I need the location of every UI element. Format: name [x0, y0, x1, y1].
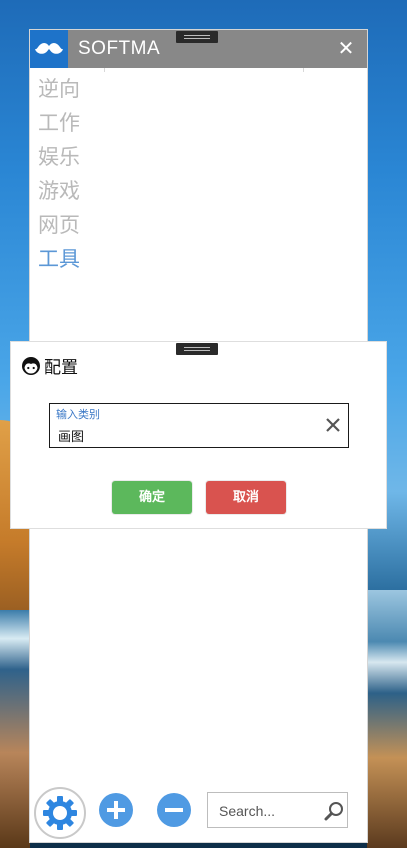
- settings-button[interactable]: [34, 787, 86, 839]
- dialog-title: 配置: [44, 358, 78, 378]
- cancel-button[interactable]: 取消: [206, 481, 286, 514]
- category-item[interactable]: 网页: [38, 208, 80, 242]
- title-bar[interactable]: SOFTMA ✕: [30, 30, 367, 68]
- column-divider: [104, 68, 105, 72]
- dialog-drag-handle[interactable]: [176, 343, 218, 355]
- add-category-button[interactable]: [99, 793, 133, 827]
- wallpaper-sea-right: [367, 590, 407, 848]
- remove-category-button[interactable]: [157, 793, 191, 827]
- app-title: SOFTMA: [78, 38, 161, 59]
- field-value[interactable]: 画图: [58, 426, 84, 445]
- app-logo: [30, 30, 68, 68]
- search-box: [207, 792, 348, 829]
- clear-icon[interactable]: [324, 416, 342, 434]
- dialog-header: 配置: [21, 353, 78, 378]
- category-item-selected[interactable]: 工具: [38, 242, 80, 276]
- gear-icon: [43, 796, 77, 830]
- mustache-icon: [35, 42, 63, 54]
- confirm-button[interactable]: 确定: [112, 481, 192, 514]
- wallpaper-sea-left: [0, 610, 30, 848]
- plus-icon: [107, 801, 125, 819]
- search-icon[interactable]: [323, 800, 345, 822]
- close-button[interactable]: ✕: [335, 37, 357, 59]
- column-divider: [303, 68, 304, 72]
- category-item[interactable]: 娱乐: [38, 140, 80, 174]
- face-icon: [22, 356, 40, 375]
- drag-handle[interactable]: [176, 31, 218, 43]
- config-dialog: 配置 输入类别 画图 确定 取消: [11, 342, 386, 528]
- minus-icon: [165, 808, 183, 812]
- category-item[interactable]: 游戏: [38, 174, 80, 208]
- category-input-field[interactable]: 输入类别 画图: [49, 403, 349, 448]
- category-list: 逆向 工作 娱乐 游戏 网页 工具: [38, 72, 80, 276]
- category-item[interactable]: 工作: [38, 106, 80, 140]
- field-label: 输入类别: [56, 408, 100, 421]
- category-item[interactable]: 逆向: [38, 72, 80, 106]
- search-input[interactable]: [217, 793, 321, 829]
